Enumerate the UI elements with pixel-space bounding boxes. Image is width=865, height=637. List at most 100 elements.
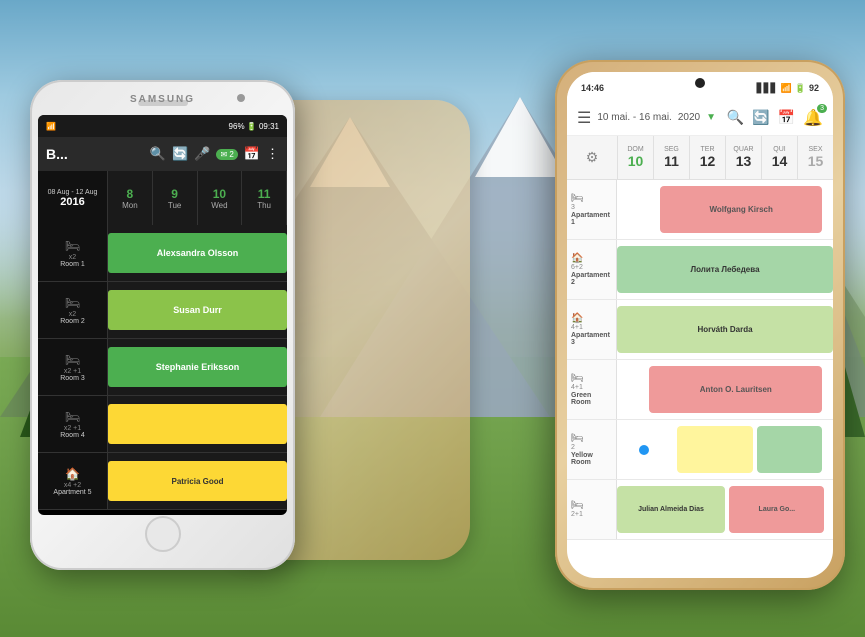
table-row: 🛏 2 Yellow Room <box>567 420 833 480</box>
room-cap: 4+1 <box>571 384 583 391</box>
home-icon-5: 🏠 <box>65 467 80 481</box>
bed-icon: 🛏 <box>571 500 584 511</box>
refresh-icon[interactable]: 🔄 <box>752 109 769 126</box>
modern-room-label-3: 🏠 4+1 Apartament 3 <box>567 300 617 359</box>
bed-icon-3: 🛏 <box>65 353 80 367</box>
day-col-quar: QUAR 13 <box>725 136 761 179</box>
room-cap: 3 <box>571 204 575 211</box>
booking-area-2: Лолита Лебедева <box>617 240 833 299</box>
modern-camera <box>695 78 705 88</box>
samsung-rooms: 🛏 x2 Room 1 Alexsandra Olsson 🛏 x2 Room … <box>38 225 287 510</box>
capacity-1: x2 <box>69 254 76 261</box>
samsung-toolbar-icons: 🔍 🔄 🎤 ✉ 2 📅 ⋮ <box>150 146 279 162</box>
day-col-10: 10 Wed <box>198 171 243 225</box>
booking-wolfgang: Wolfgang Kirsch <box>660 186 822 233</box>
capacity-3: x2 +1 <box>64 368 81 375</box>
search-icon[interactable]: 🔍 <box>150 146 166 162</box>
room-name: Green Room <box>571 392 612 406</box>
booking-yellow <box>677 426 753 473</box>
room-name: Apartament 3 <box>571 332 612 346</box>
mail-badge[interactable]: ✉ 2 <box>216 149 237 160</box>
table-row: 🛏 x2 Room 2 Susan Durr <box>38 282 287 339</box>
filter-icon[interactable]: ⚙ <box>586 149 599 166</box>
booking-area-5 <box>617 420 833 479</box>
day-col-dom: DOM 10 <box>617 136 653 179</box>
samsung-statusbar: 📶 96% 🔋 09:31 <box>38 115 287 137</box>
table-row: 🛏 x2 +1 Room 4 <box>38 396 287 453</box>
room-name-4: Room 4 <box>60 432 85 439</box>
modern-room-label-4: 🛏 4+1 Green Room <box>567 360 617 419</box>
battery-level: 92 <box>809 83 819 93</box>
toolbar-left: ☰ 10 mai. - 16 mai. 2020 ▼ <box>577 108 716 128</box>
dropdown-icon[interactable]: ▼ <box>706 112 716 123</box>
samsung-date-range: 08 Aug - 12 Aug 2016 <box>38 171 108 225</box>
calendar-icon[interactable]: 📅 <box>244 146 260 162</box>
samsung-toolbar: B... 🔍 🔄 🎤 ✉ 2 📅 ⋮ <box>38 137 287 171</box>
booking-area-6: Julian Almeida Dias Laura Go... <box>617 480 833 539</box>
room-cap: 2+1 <box>571 511 583 518</box>
booking-lolita: Лолита Лебедева <box>617 246 833 293</box>
table-row: 🏠 6+2 Apartament 2 Лолита Лебедева <box>567 240 833 300</box>
room-cap: 4+1 <box>571 324 583 331</box>
booking-area-4: Anton O. Lauritsen <box>617 360 833 419</box>
booking-anton: Anton O. Lauritsen <box>649 366 822 413</box>
samsung-cal-days: 8 Mon 9 Tue 10 Wed 11 Thu <box>108 171 287 225</box>
samsung-camera <box>237 94 245 102</box>
modern-room-label-5: 🛏 2 Yellow Room <box>567 420 617 479</box>
toolbar-year: 2020 <box>678 112 700 123</box>
modern-cal-header: ⚙ DOM 10 SEG 11 TER 12 QUAR 13 <box>567 136 833 180</box>
room-name-1: Room 1 <box>60 261 85 268</box>
table-row: 🏠 x4 +2 Apartment 5 Patricia Good <box>38 453 287 510</box>
booking-cell-1: Alexsandra Olsson <box>108 225 287 281</box>
battery-icon: 🔋 <box>795 83 806 94</box>
bed-icon-2: 🛏 <box>65 296 80 310</box>
samsung-screen: 📶 96% 🔋 09:31 B... 🔍 🔄 🎤 ✉ 2 📅 ⋮ 08 Aug … <box>38 115 287 515</box>
refresh-icon[interactable]: 🔄 <box>172 146 188 162</box>
modern-room-label-2: 🏠 6+2 Apartament 2 <box>567 240 617 299</box>
booking-area-3: Horváth Darda <box>617 300 833 359</box>
signal-icon: ▋▋▋ <box>757 83 778 94</box>
toolbar-date: 10 mai. - 16 mai. <box>597 112 671 123</box>
modern-room-label-6: 🛏 2+1 <box>567 480 617 539</box>
capacity-2: x2 <box>69 311 76 318</box>
more-icon[interactable]: ⋮ <box>266 146 279 162</box>
bed-icon-4: 🛏 <box>65 410 80 424</box>
mic-icon[interactable]: 🎤 <box>194 146 210 162</box>
samsung-cal-header: 08 Aug - 12 Aug 2016 8 Mon 9 Tue 10 Wed … <box>38 171 287 225</box>
room-cap: 6+2 <box>571 264 583 271</box>
samsung-home-button[interactable] <box>145 516 181 552</box>
menu-icon[interactable]: ☰ <box>577 108 591 128</box>
modern-rooms: 🛏 3 Apartament 1 Wolfgang Kirsch 🏠 6+2 A… <box>567 180 833 540</box>
room-label-5: 🏠 x4 +2 Apartment 5 <box>38 453 108 509</box>
booking-area-1: Wolfgang Kirsch <box>617 180 833 239</box>
room-label-1: 🛏 x2 Room 1 <box>38 225 108 281</box>
room-name-5: Apartment 5 <box>53 489 91 496</box>
bed-icon: 🛏 <box>571 193 584 204</box>
day-col-8: 8 Mon <box>108 171 153 225</box>
table-row: 🛏 x2 Room 1 Alexsandra Olsson <box>38 225 287 282</box>
status-right: ▋▋▋ 📶 🔋 92 <box>757 83 819 94</box>
bell-badge[interactable]: 🔔 3 <box>803 108 823 128</box>
booking-bar-5: Patricia Good <box>108 461 287 501</box>
search-icon[interactable]: 🔍 <box>727 109 744 126</box>
toolbar-icons: 🔍 🔄 📅 🔔 3 <box>727 108 823 128</box>
room-name: Yellow Room <box>571 452 612 466</box>
calendar-icon[interactable]: 📅 <box>778 109 795 126</box>
booking-cell-4 <box>108 396 287 452</box>
day-col-11: 11 Thu <box>242 171 287 225</box>
booking-bar-2: Susan Durr <box>108 290 287 330</box>
booking-bar-3: Stephanie Eriksson <box>108 347 287 387</box>
capacity-5: x4 +2 <box>64 482 81 489</box>
booking-dot <box>639 445 649 455</box>
table-row: 🛏 2+1 Julian Almeida Dias Laura Go... <box>567 480 833 540</box>
day-col-ter: TER 12 <box>689 136 725 179</box>
room-name-2: Room 2 <box>60 318 85 325</box>
modern-screen: 14:46 ▋▋▋ 📶 🔋 92 ☰ 10 mai. - 16 mai. 202… <box>567 72 833 578</box>
bell-count: 3 <box>817 104 827 113</box>
room-name: Apartament 2 <box>571 272 612 286</box>
home-icon: 🏠 <box>571 253 583 264</box>
booking-green-yr <box>757 426 822 473</box>
capacity-4: x2 +1 <box>64 425 81 432</box>
booking-laura: Laura Go... <box>729 486 824 533</box>
booking-cell-3: Stephanie Eriksson <box>108 339 287 395</box>
